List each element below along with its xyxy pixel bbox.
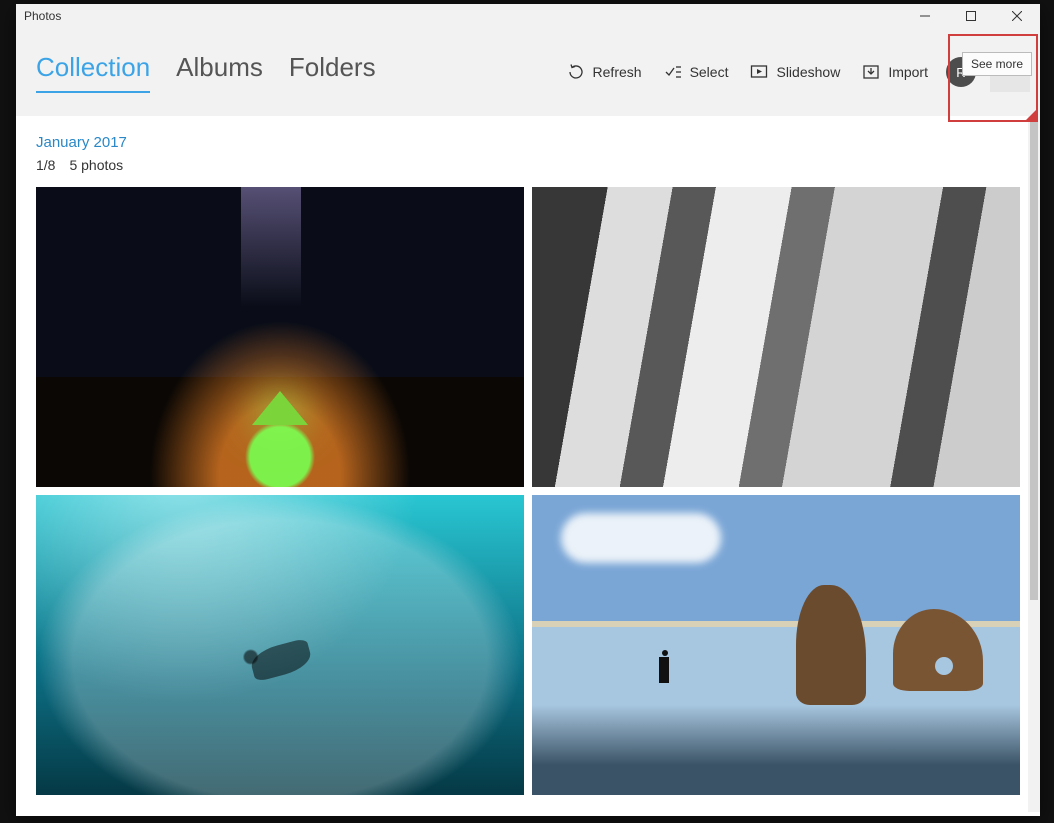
select-button[interactable]: Select <box>660 57 733 87</box>
photos-window: Photos Collection Albums Folders <box>16 4 1040 816</box>
content-area: January 2017 1/8 5 photos <box>16 116 1040 816</box>
see-more-tooltip: See more <box>962 52 1032 76</box>
refresh-label: Refresh <box>593 64 642 80</box>
select-label: Select <box>690 64 729 80</box>
nav-tabs: Collection Albums Folders <box>26 52 376 93</box>
slideshow-icon <box>750 63 768 81</box>
vertical-scrollbar[interactable] <box>1028 116 1040 812</box>
tab-collection[interactable]: Collection <box>36 52 150 93</box>
tab-folders[interactable]: Folders <box>289 52 376 93</box>
select-icon <box>664 63 682 81</box>
refresh-icon <box>567 63 585 81</box>
photo-grid <box>36 187 1020 795</box>
section-header: January 2017 1/8 5 photos <box>36 116 1020 173</box>
command-bar: Collection Albums Folders Refresh <box>16 28 1040 116</box>
maximize-button[interactable] <box>948 4 994 28</box>
slideshow-button[interactable]: Slideshow <box>746 57 844 87</box>
photo-thumbnail[interactable] <box>36 495 524 795</box>
import-label: Import <box>888 64 928 80</box>
import-icon <box>862 63 880 81</box>
window-title: Photos <box>24 9 61 23</box>
photo-thumbnail[interactable] <box>36 187 524 487</box>
titlebar: Photos <box>16 4 1040 28</box>
minimize-button[interactable] <box>902 4 948 28</box>
slideshow-label: Slideshow <box>776 64 840 80</box>
section-count: 5 photos <box>69 157 123 173</box>
import-button[interactable]: Import <box>858 57 932 87</box>
tab-albums[interactable]: Albums <box>176 52 263 93</box>
photo-thumbnail[interactable] <box>532 495 1020 795</box>
section-date[interactable]: January 2017 <box>36 134 1020 151</box>
refresh-button[interactable]: Refresh <box>563 57 646 87</box>
scrollbar-thumb[interactable] <box>1030 120 1038 600</box>
section-page: 1/8 <box>36 157 55 173</box>
photo-thumbnail[interactable] <box>532 187 1020 487</box>
close-button[interactable] <box>994 4 1040 28</box>
action-buttons: Refresh Select Slideshow <box>563 52 1030 92</box>
